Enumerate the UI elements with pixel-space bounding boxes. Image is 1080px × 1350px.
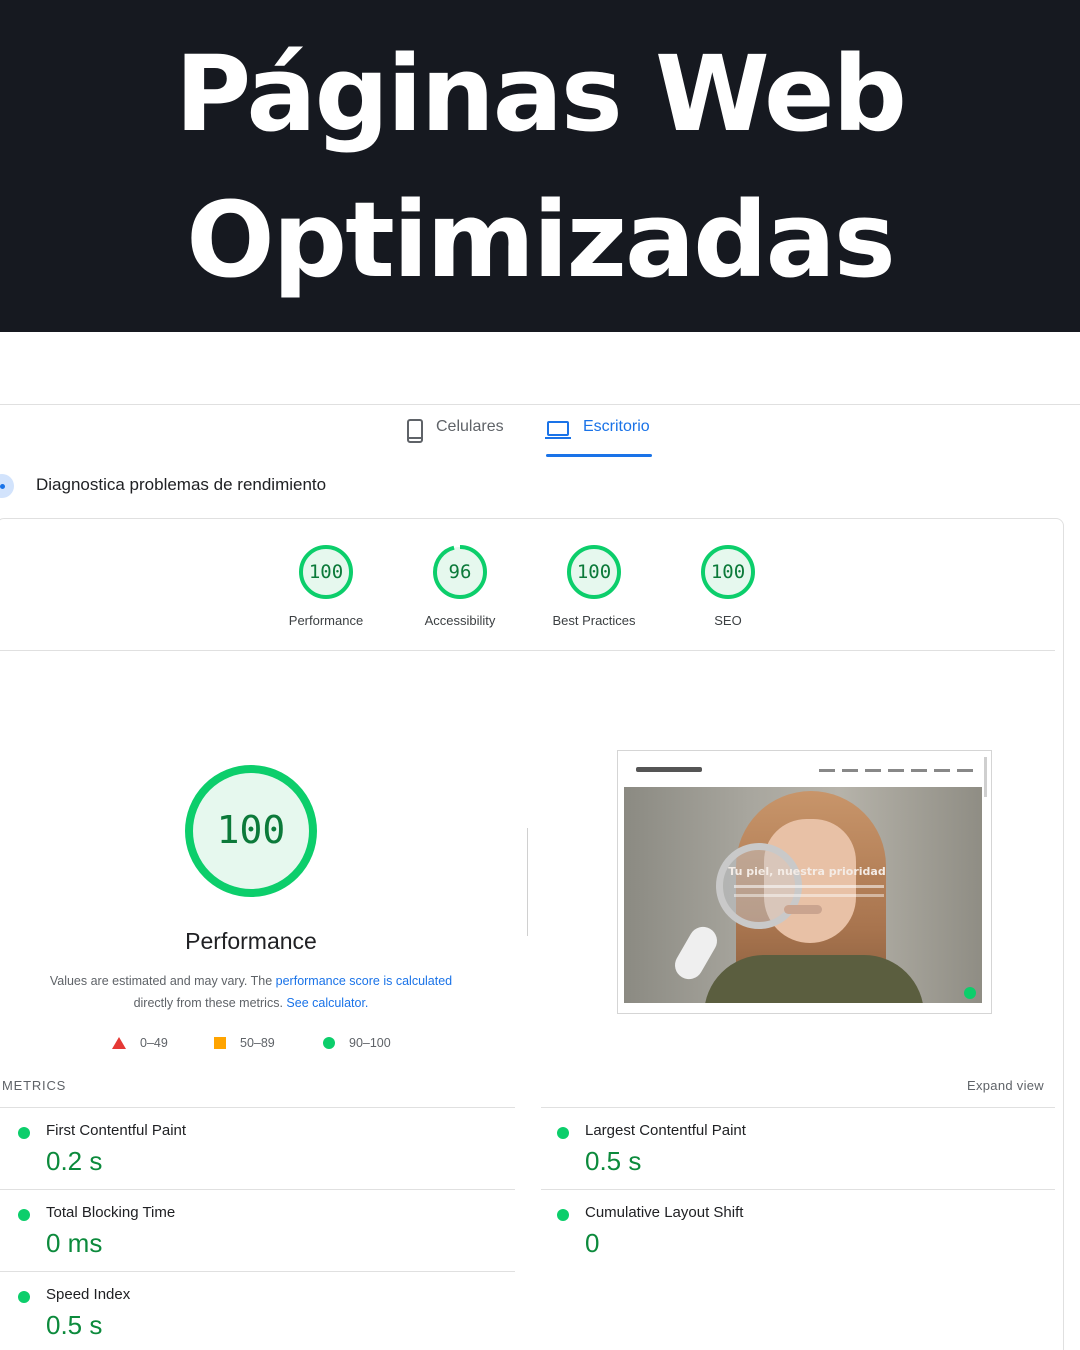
tab-desktop-label: Escritorio bbox=[583, 418, 650, 435]
whatsapp-icon bbox=[964, 987, 976, 999]
screenshot-nav-links bbox=[819, 769, 973, 772]
diagnostic-heading: Diagnostica problemas de rendimiento bbox=[36, 475, 327, 494]
tab-mobile[interactable]: Celulares bbox=[406, 418, 504, 458]
gauge-best-practices[interactable]: 100 Best Practices bbox=[544, 544, 644, 628]
circle-icon bbox=[323, 1037, 335, 1049]
score-calculated-link[interactable]: performance score is calculated bbox=[276, 974, 452, 988]
vertical-divider bbox=[527, 828, 528, 936]
gauge-seo-label: SEO bbox=[714, 613, 742, 628]
gauge-accessibility-label: Accessibility bbox=[424, 613, 496, 628]
top-divider bbox=[0, 404, 1080, 405]
metric-label: Speed Index bbox=[46, 1286, 131, 1303]
screenshot-scrollbar bbox=[984, 757, 987, 797]
laptop-icon bbox=[545, 421, 571, 439]
gauge-accessibility[interactable]: 96 Accessibility bbox=[410, 544, 510, 628]
metric-value: 0.2 s bbox=[46, 1146, 103, 1176]
screenshot-cta-button bbox=[784, 905, 822, 914]
gauge-best-practices-label: Best Practices bbox=[552, 613, 636, 628]
pass-indicator-icon bbox=[557, 1127, 569, 1139]
desc-text-1: Values are estimated and may vary. The bbox=[49, 974, 276, 988]
tab-mobile-label: Celulares bbox=[436, 418, 504, 435]
screenshot-logo bbox=[636, 767, 702, 772]
gauge-seo-score: 100 bbox=[710, 561, 746, 583]
metrics-divider bbox=[0, 1189, 515, 1190]
legend-pass: 90–100 bbox=[323, 1036, 391, 1050]
metric-value: 0.5 s bbox=[585, 1146, 642, 1176]
legend-pass-range: 90–100 bbox=[349, 1036, 391, 1050]
gauge-performance-score: 100 bbox=[308, 561, 344, 583]
performance-title: Performance bbox=[185, 928, 317, 954]
metric-label: Total Blocking Time bbox=[46, 1204, 176, 1221]
section-divider bbox=[0, 650, 1055, 651]
hero-title-line-1: Páginas Web bbox=[174, 33, 907, 155]
page-screenshot[interactable]: Tu piel, nuestra prioridad bbox=[617, 750, 992, 1014]
gauge-seo[interactable]: 100 SEO bbox=[678, 544, 778, 628]
diagnostic-icon bbox=[0, 474, 14, 498]
metrics-divider bbox=[0, 1271, 515, 1272]
legend-average-range: 50–89 bbox=[240, 1036, 275, 1050]
performance-score-large: 100 bbox=[216, 808, 286, 852]
pass-indicator-icon bbox=[18, 1291, 30, 1303]
legend-fail-range: 0–49 bbox=[140, 1036, 168, 1050]
legend-average: 50–89 bbox=[214, 1036, 275, 1050]
metric-label: Cumulative Layout Shift bbox=[585, 1204, 744, 1221]
metric-value: 0.5 s bbox=[46, 1310, 103, 1340]
metric-label: Largest Contentful Paint bbox=[585, 1122, 746, 1139]
gauge-best-practices-score: 100 bbox=[576, 561, 612, 583]
performance-description: Values are estimated and may vary. The p… bbox=[20, 970, 482, 1014]
metric-label: First Contentful Paint bbox=[46, 1122, 187, 1139]
screenshot-navbar bbox=[618, 751, 991, 797]
expand-view-toggle[interactable]: Expand view bbox=[967, 1078, 1044, 1093]
screenshot-subtext bbox=[734, 885, 884, 897]
tab-desktop[interactable]: Escritorio bbox=[545, 418, 650, 458]
active-tab-indicator bbox=[546, 454, 652, 457]
pass-indicator-icon bbox=[18, 1127, 30, 1139]
metric-value: 0 ms bbox=[46, 1228, 103, 1258]
gauge-performance[interactable]: 100 Performance bbox=[276, 544, 376, 628]
metrics-title: METRICS bbox=[2, 1078, 67, 1093]
hero-title-line-2: Optimizadas bbox=[186, 179, 895, 301]
metrics-divider bbox=[541, 1189, 1055, 1190]
triangle-icon bbox=[112, 1037, 126, 1049]
screenshot-hero-photo: Tu piel, nuestra prioridad bbox=[624, 787, 982, 1003]
gauge-performance-label: Performance bbox=[288, 613, 364, 628]
smartphone-icon bbox=[407, 419, 423, 443]
pass-indicator-icon bbox=[18, 1209, 30, 1221]
screenshot-headline: Tu piel, nuestra prioridad bbox=[728, 865, 886, 878]
metrics-divider bbox=[541, 1107, 1055, 1108]
gauge-accessibility-score: 96 bbox=[448, 561, 472, 583]
legend-fail: 0–49 bbox=[112, 1036, 168, 1050]
metric-value: 0 bbox=[585, 1228, 600, 1258]
metrics-divider bbox=[0, 1107, 515, 1108]
desc-text-2: directly from these metrics. bbox=[133, 996, 287, 1010]
square-icon bbox=[214, 1037, 226, 1049]
pass-indicator-icon bbox=[557, 1209, 569, 1221]
hero-banner: Páginas Web Optimizadas bbox=[0, 0, 1080, 332]
see-calculator-link[interactable]: See calculator. bbox=[286, 996, 368, 1010]
